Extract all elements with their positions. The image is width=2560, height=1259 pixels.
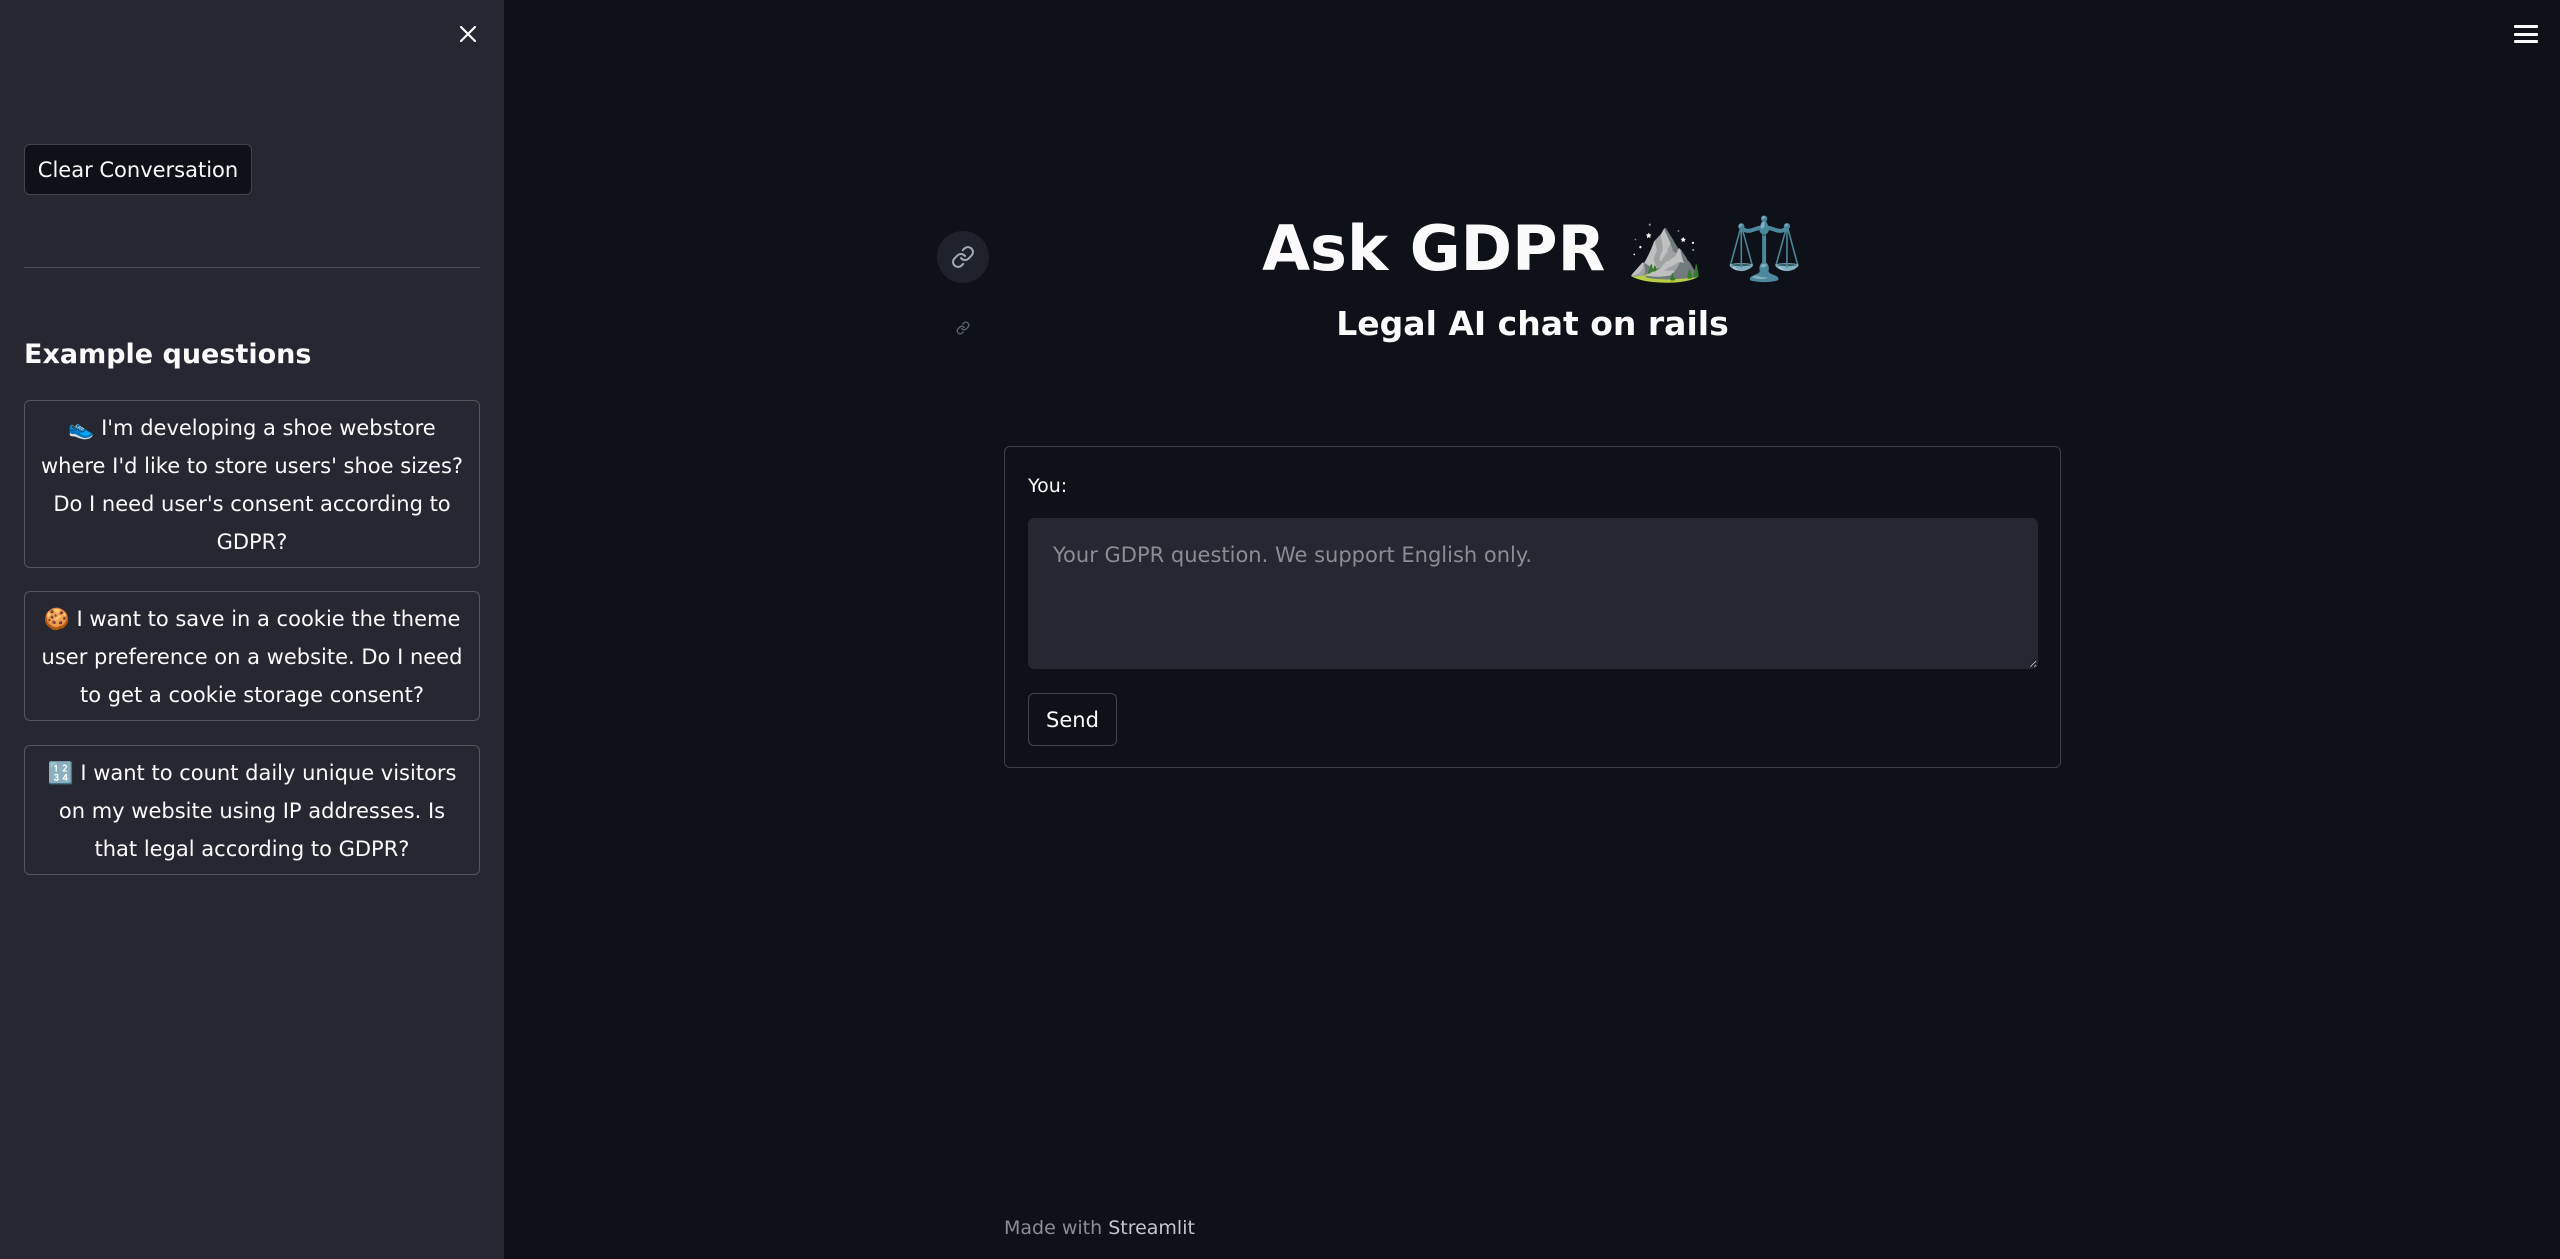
send-button[interactable]: Send [1028,693,1117,746]
example-questions-heading: Example questions [24,339,312,370]
sidebar: Clear Conversation Example questions 👟 I… [0,0,504,1259]
question-input[interactable] [1028,518,2038,669]
question-input-label: You: [1028,475,1068,497]
close-sidebar-button[interactable] [452,18,484,50]
example-question-button-shoe[interactable]: 👟 I'm developing a shoe webstore where I… [24,400,480,568]
page-title-text: Ask GDPR [1262,212,1606,285]
example-question-text: I want to save in a cookie the theme use… [41,607,463,707]
shoe-icon: 👟 [68,416,95,440]
close-icon [459,25,477,43]
mountain-railway-and-scales-icon: ⛰️ ⚖️ [1626,212,1803,285]
clear-conversation-button[interactable]: Clear Conversation [24,144,252,195]
streamlit-link[interactable]: Streamlit [1108,1217,1195,1239]
footer-prefix: Made with [1004,1217,1103,1239]
subtitle-anchor-link[interactable] [954,319,972,337]
hamburger-icon-bar [2514,32,2538,36]
page-subtitle: Legal AI chat on rails [1336,304,1729,343]
page-title: Ask GDPR ⛰️ ⚖️ [1005,212,2060,286]
example-question-text: I want to count daily unique visitors on… [58,761,457,861]
example-question-button-cookie[interactable]: 🍪 I want to save in a cookie the theme u… [24,591,480,721]
hamburger-icon-bar [2514,25,2538,28]
footer: Made with Streamlit [1004,1217,1195,1239]
title-anchor-link[interactable] [937,231,989,283]
sidebar-divider [24,267,480,268]
numbers-icon: 🔢 [47,761,74,785]
link-icon [952,246,974,268]
example-question-button-visitors[interactable]: 🔢 I want to count daily unique visitors … [24,745,480,875]
example-question-text: I'm developing a shoe webstore where I'd… [40,416,464,554]
question-form: You: Send [1004,446,2061,768]
cookie-icon: 🍪 [43,607,70,631]
main-menu-button[interactable] [2510,20,2542,48]
link-icon [956,321,970,335]
hamburger-icon-bar [2514,40,2538,43]
